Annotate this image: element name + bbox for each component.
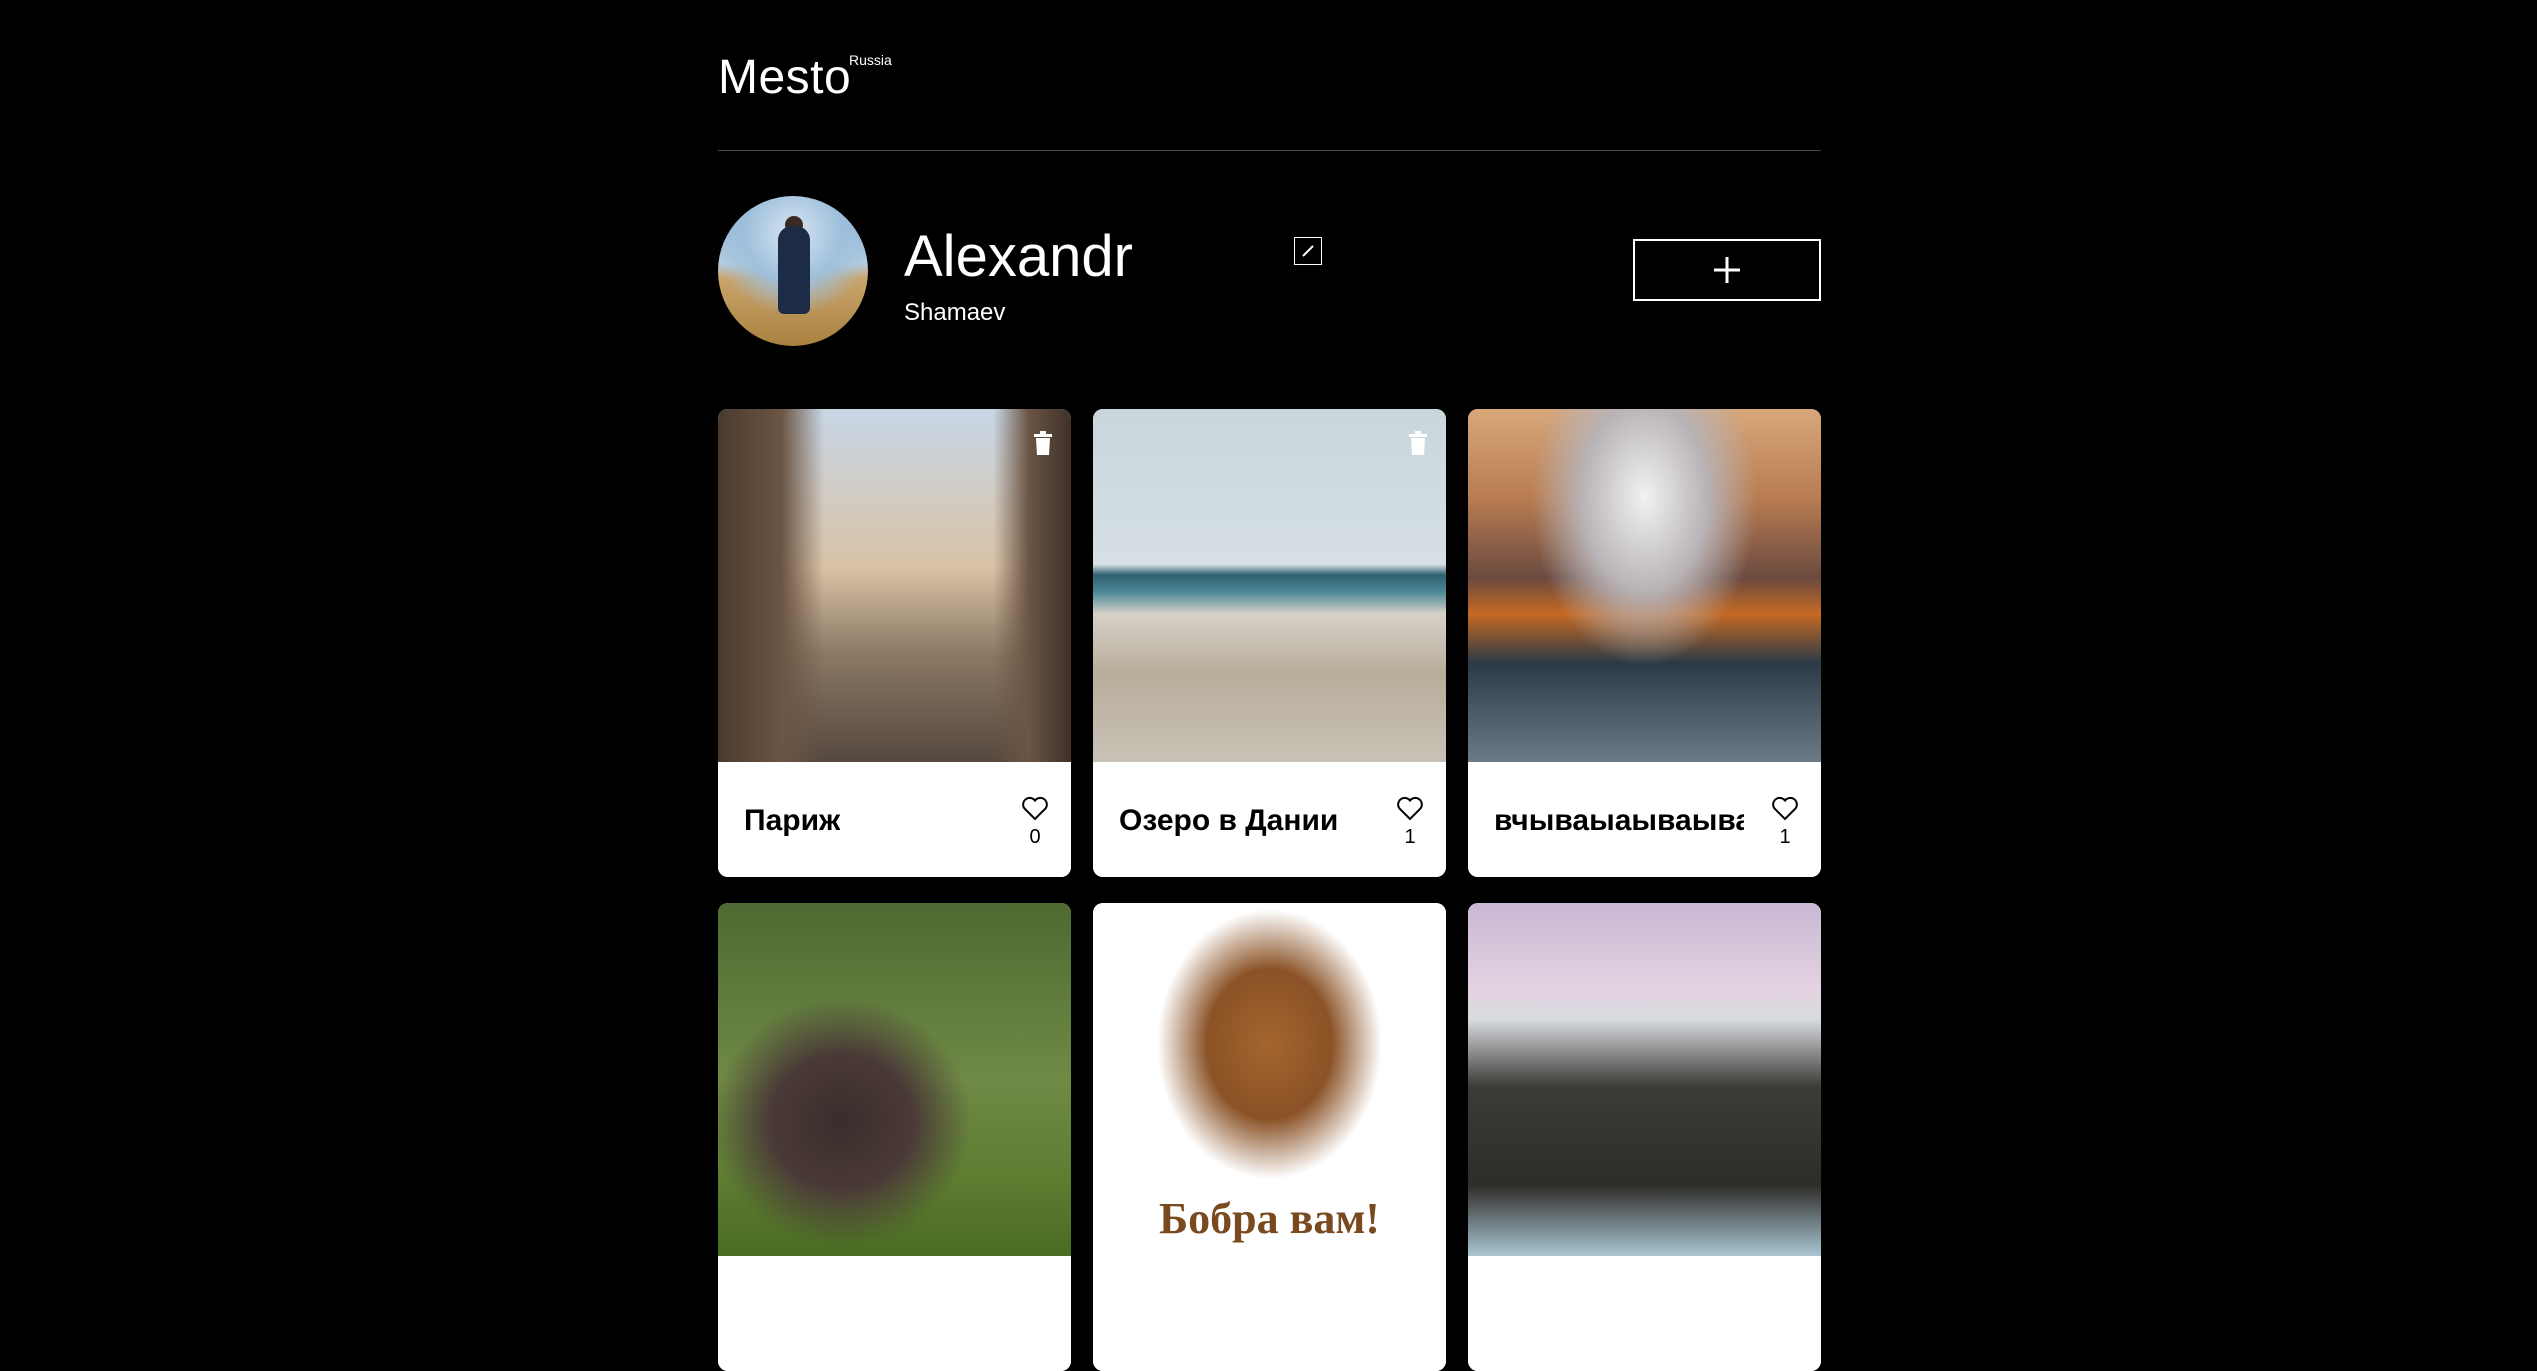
card-caption [1468, 1260, 1821, 1371]
card: Бобра вам! [1093, 903, 1446, 1371]
card-image[interactable]: Бобра вам! [1093, 903, 1446, 1256]
like-button[interactable] [1021, 796, 1049, 824]
like-group: 0 [1017, 796, 1053, 849]
heart-icon [1397, 796, 1423, 821]
card-title: Париж [744, 804, 841, 837]
card: вчываыаываыва 1 [1468, 409, 1821, 877]
delete-card-button[interactable] [1408, 431, 1428, 458]
profile-about: Shamaev [904, 299, 1006, 326]
trash-icon [1409, 431, 1427, 455]
like-button[interactable] [1396, 796, 1424, 824]
card: Озеро в Дании 1 [1093, 409, 1446, 877]
card-title: Озеро в Дании [1119, 804, 1339, 837]
card-image[interactable] [718, 903, 1071, 1256]
heart-icon [1022, 796, 1048, 821]
logo[interactable]: Mesto [718, 50, 851, 105]
plus-icon [1714, 257, 1740, 283]
card-caption [718, 1260, 1071, 1371]
like-count: 1 [1779, 826, 1791, 848]
card-title: вчываыаываыва [1494, 804, 1744, 837]
delete-card-button[interactable] [1033, 431, 1053, 458]
card [718, 903, 1071, 1371]
avatar-photo-figure [778, 226, 810, 314]
profile-name: Alexandr [904, 224, 1133, 289]
card-caption: вчываыаываыва 1 [1468, 766, 1821, 877]
trash-icon [1034, 431, 1052, 455]
header: Mesto Russia [718, 0, 1821, 151]
like-count: 0 [1029, 826, 1041, 848]
card-caption [1093, 1260, 1446, 1371]
card-caption: Озеро в Дании 1 [1093, 766, 1446, 877]
card-image[interactable] [1468, 903, 1821, 1256]
add-card-button[interactable] [1633, 239, 1821, 301]
card-image[interactable] [718, 409, 1071, 762]
edit-profile-button[interactable] [1294, 237, 1322, 265]
card-image[interactable] [1468, 409, 1821, 762]
profile: Alexandr Shamaev [718, 151, 1821, 411]
pencil-icon [1302, 245, 1314, 257]
like-group: 1 [1392, 796, 1428, 849]
card-caption: Париж 0 [718, 766, 1071, 877]
card-image[interactable] [1093, 409, 1446, 762]
heart-icon [1772, 796, 1798, 821]
page-content: Mesto Russia Alexandr Shamaev Париж 0 Оз… [718, 0, 1821, 1371]
logo-superscript: Russia [849, 52, 892, 68]
like-group: 1 [1767, 796, 1803, 849]
like-button[interactable] [1771, 796, 1799, 824]
like-count: 1 [1404, 826, 1416, 848]
avatar[interactable] [718, 196, 868, 346]
card [1468, 903, 1821, 1371]
card: Париж 0 [718, 409, 1071, 877]
card-image-text: Бобра вам! [1159, 1194, 1380, 1243]
